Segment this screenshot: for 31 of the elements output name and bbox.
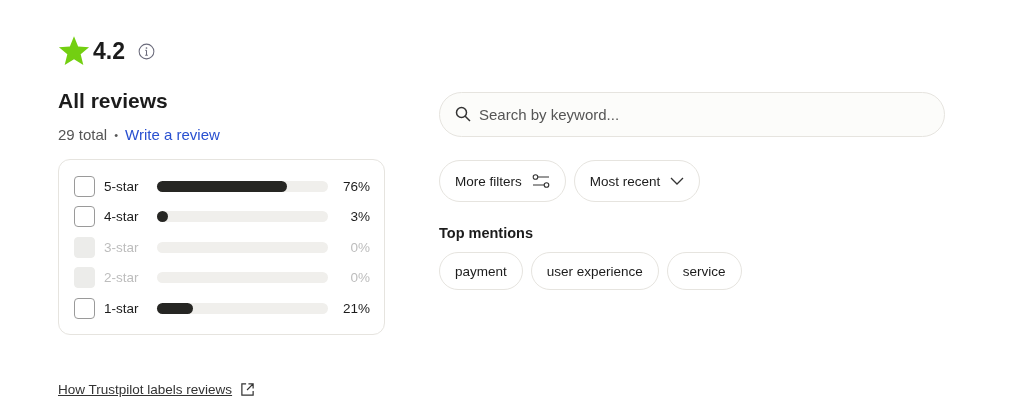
total-count: 29 total [58, 126, 108, 143]
sliders-icon [531, 173, 550, 189]
percentage: 76% [341, 178, 370, 194]
sort-dropdown[interactable]: Most recent [573, 160, 701, 202]
checkbox[interactable] [74, 206, 95, 228]
write-review-link[interactable]: Write a review [125, 126, 220, 143]
star-label: 2-star [104, 270, 140, 286]
percentage: 0% [349, 270, 370, 286]
star-label: 1-star [104, 300, 140, 316]
percentage: 3% [349, 209, 370, 225]
checkbox[interactable] [74, 175, 95, 197]
checkbox[interactable] [74, 297, 95, 319]
filters-button[interactable]: More filters [439, 160, 566, 202]
rating-score: 4.2 [93, 37, 125, 65]
mention-chip[interactable]: user experience [530, 252, 659, 290]
star-label: 3-star [104, 239, 140, 255]
mention-chip[interactable]: payment [439, 252, 523, 290]
labels-info-link[interactable]: How Trustpilot labels reviews [58, 381, 233, 397]
search-field[interactable]: Search by keyword... [439, 92, 945, 137]
mention-chip[interactable]: service [666, 252, 742, 290]
chevron-down-icon [670, 177, 685, 185]
external-link-icon[interactable] [240, 381, 256, 397]
percentage: 21% [341, 300, 370, 316]
separator-dot: • [114, 128, 119, 141]
section-heading: Top mentions [439, 225, 534, 241]
star-icon [58, 35, 90, 67]
percentage: 0% [349, 239, 370, 255]
star-label: 5-star [104, 178, 140, 194]
star-label: 4-star [104, 209, 140, 225]
section-title: All reviews [58, 88, 169, 114]
info-icon[interactable] [138, 42, 155, 60]
